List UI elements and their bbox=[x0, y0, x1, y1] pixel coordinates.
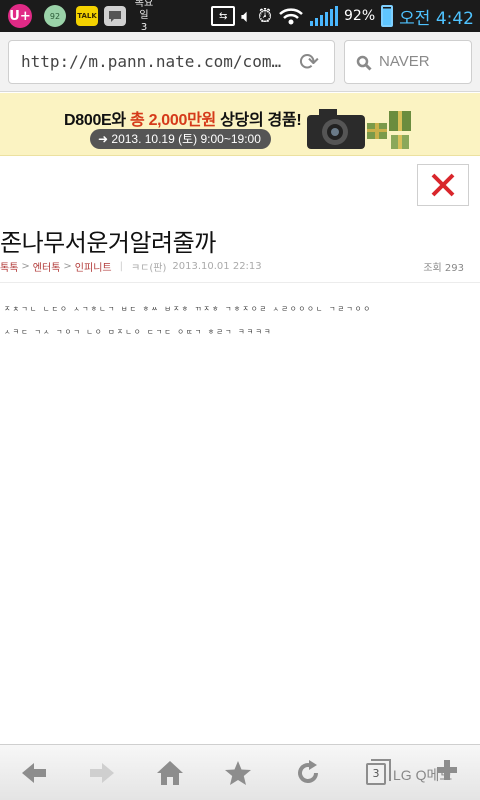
refresh-icon[interactable]: ⟳ bbox=[296, 50, 322, 76]
article-title: 존나무서운거알려줄까 bbox=[0, 229, 216, 257]
kakaotalk-icon: TALK bbox=[76, 6, 98, 26]
forward-arrow-icon bbox=[90, 763, 114, 783]
post-date: 2013.10.01 22:13 bbox=[172, 260, 262, 272]
bookmark-button[interactable] bbox=[218, 757, 258, 789]
author-name: ㅋㄷ(판) bbox=[130, 262, 167, 274]
search-icon bbox=[356, 55, 372, 71]
screen-mirror-icon: ⇆ bbox=[211, 6, 236, 26]
article-body-line: ㅈㅊㄱㄴ ㄴㄷㅇ ㅅㄱㅎㄴㄱ ㅂㄷ ㅎㅆ ㅂㅈㅎ ㄲㅈㅎ ㄱㅎㅈㅇㄹ ㅅㄹㅇㅇㅇ… bbox=[4, 305, 373, 313]
back-arrow-icon bbox=[22, 763, 46, 783]
message-icon bbox=[104, 6, 126, 26]
banner-date: ➜ 2013. 10.19 (토) 9:00~19:00 bbox=[90, 129, 271, 149]
article-meta: 톡톡 > 엔터톡 > 인피니트 | ㅋㄷ(판) 2013.10.01 22:13 bbox=[0, 259, 262, 274]
wifi-icon bbox=[279, 8, 303, 25]
star-icon bbox=[225, 761, 251, 785]
address-bar: http://m.pann.nate.com/common/i... ⟳ NAV… bbox=[0, 32, 480, 92]
view-count: 조회 293 bbox=[423, 263, 464, 274]
signal-strength-icon bbox=[310, 6, 339, 26]
plus-icon bbox=[437, 760, 457, 780]
home-icon bbox=[157, 761, 183, 785]
back-button[interactable] bbox=[14, 757, 54, 789]
reload-icon bbox=[298, 760, 318, 783]
camera-icon bbox=[307, 109, 411, 149]
tabs-button[interactable]: 3 bbox=[366, 759, 391, 785]
meta-divider: | bbox=[119, 260, 123, 272]
alarm-icon: ⏰︎ bbox=[257, 5, 273, 27]
close-button[interactable] bbox=[417, 164, 469, 206]
breadcrumb-separator: > bbox=[21, 260, 30, 272]
mute-icon: 🔈︎ bbox=[241, 5, 252, 27]
close-icon bbox=[431, 173, 455, 197]
article-body-line: ㅅㅋㄷ ㄱㅅ ㄱㅇㄱ ㄴㅇ ㅁㅈㄴㅇ ㄷㄱㄷ ㅇㄸㄱ ㅎㄹㄱ ㅋㅋㅋㅋ bbox=[4, 328, 273, 336]
url-field[interactable]: http://m.pann.nate.com/common/i... bbox=[8, 40, 335, 84]
browser-toolbar: 3 LG Q메모 bbox=[0, 744, 480, 800]
breadcrumb-separator: > bbox=[63, 260, 72, 272]
divider bbox=[0, 282, 480, 283]
date-widget: 목요일 3 bbox=[132, 0, 156, 33]
banner-prize: 총 2,000만원 bbox=[130, 112, 216, 129]
forward-button[interactable] bbox=[82, 757, 122, 789]
banner-headline: D800E와 총 2,000만원 상당의 경품! bbox=[64, 106, 302, 130]
home-button[interactable] bbox=[150, 757, 190, 789]
chat-app-icon: 92 bbox=[44, 5, 66, 27]
breadcrumb-item-toktok[interactable]: 톡톡 bbox=[0, 259, 18, 274]
banner-model: D800E와 bbox=[64, 112, 130, 129]
promo-banner[interactable]: D800E와 총 2,000만원 상당의 경품! ➜ 2013. 10.19 (… bbox=[0, 93, 480, 156]
battery-percent: 92% bbox=[344, 8, 376, 24]
reload-button[interactable] bbox=[288, 757, 328, 789]
clock: 오전 4:42 bbox=[399, 8, 474, 29]
status-bar: U+ 92 TALK 목요일 3 ⇆ 🔈︎ ⏰︎ 92% 오전 4:42 bbox=[0, 0, 480, 33]
battery-icon bbox=[381, 5, 394, 27]
breadcrumb-item-infinite[interactable]: 인피니트 bbox=[75, 259, 112, 274]
breadcrumb-item-entertok[interactable]: 엔터톡 bbox=[33, 259, 61, 274]
banner-date-text: 2013. 10.19 (토) 9:00~19:00 bbox=[111, 132, 261, 146]
weekday-label: 목요일 bbox=[134, 0, 154, 21]
banner-tail: 상당의 경품! bbox=[215, 112, 302, 129]
carrier-icon: U+ bbox=[8, 4, 32, 28]
